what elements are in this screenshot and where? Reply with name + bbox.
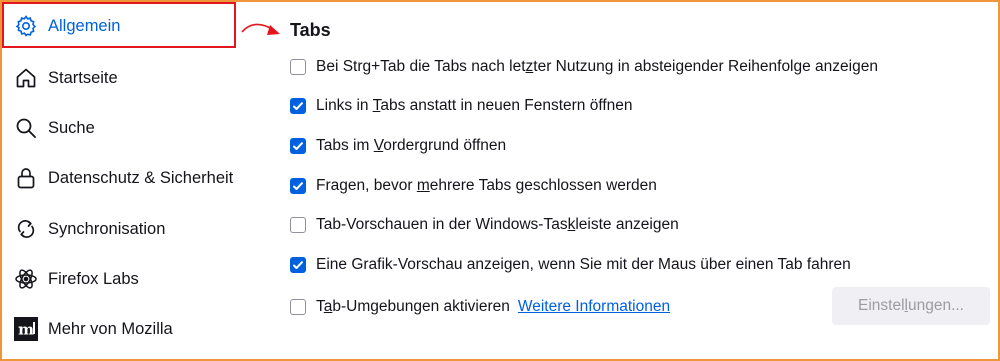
checkbox[interactable] xyxy=(290,138,306,154)
sidebar-item-label: Startseite xyxy=(48,68,118,87)
search-icon xyxy=(14,116,38,140)
sidebar-item-suche[interactable]: Suche xyxy=(2,104,236,152)
sidebar-item-label: Datenschutz & Sicherheit xyxy=(48,168,234,187)
option-label: Tab-Umgebungen aktivieren xyxy=(316,298,510,315)
option-hover-preview[interactable]: Eine Grafik-Vorschau anzeigen, wenn Sie … xyxy=(290,253,851,277)
option-label: Tabs im Vordergrund öffnen xyxy=(316,137,507,154)
sidebar-item-label: Mehr von Mozilla xyxy=(48,319,173,338)
option-confirm-close-tabs[interactable]: Fragen, bevor mehrere Tabs geschlossen w… xyxy=(290,174,657,198)
sidebar-item-firefox-labs[interactable]: Firefox Labs xyxy=(2,255,236,303)
option-label: Links in Tabs anstatt in neuen Fenstern … xyxy=(316,97,633,114)
main-content: Tabs Bei Strg+Tab die Tabs nach letzter … xyxy=(290,0,995,357)
lock-icon xyxy=(14,166,38,190)
sidebar: Allgemein Startseite Suche Datenschutz &… xyxy=(2,2,252,359)
more-info-link[interactable]: Weitere Informationen xyxy=(518,298,670,316)
sidebar-item-startseite[interactable]: Startseite xyxy=(2,54,236,102)
option-strg-tab-recent[interactable]: Bei Strg+Tab die Tabs nach letzter Nutzu… xyxy=(290,55,878,79)
option-label: Fragen, bevor mehrere Tabs geschlossen w… xyxy=(316,177,657,194)
sidebar-item-label: Allgemein xyxy=(48,16,121,35)
option-tabs-foreground[interactable]: Tabs im Vordergrund öffnen xyxy=(290,134,506,158)
checkbox[interactable] xyxy=(290,178,306,194)
checkbox[interactable] xyxy=(290,98,306,114)
check-icon xyxy=(293,142,303,150)
checkbox[interactable] xyxy=(290,257,306,273)
mozilla-icon: m xyxy=(14,317,38,341)
sidebar-item-label: Firefox Labs xyxy=(48,269,139,288)
sidebar-item-label: Synchronisation xyxy=(48,219,166,238)
sidebar-item-synchronisation[interactable]: Synchronisation xyxy=(2,205,236,253)
option-taskbar-previews[interactable]: Tab-Vorschauen in der Windows-Taskleiste… xyxy=(290,213,679,237)
arrow-icon xyxy=(241,23,280,35)
checkbox[interactable] xyxy=(290,59,306,75)
sync-icon xyxy=(14,217,38,241)
svg-text:m: m xyxy=(18,321,34,339)
sidebar-item-datenschutz[interactable]: Datenschutz & Sicherheit xyxy=(2,154,236,202)
check-icon xyxy=(293,182,303,190)
sidebar-item-allgemein[interactable]: Allgemein xyxy=(2,2,236,50)
option-label: Eine Grafik-Vorschau anzeigen, wenn Sie … xyxy=(316,256,851,273)
check-icon xyxy=(293,261,303,269)
section-title: Tabs xyxy=(290,20,331,40)
option-links-in-tabs[interactable]: Links in Tabs anstatt in neuen Fenstern … xyxy=(290,94,633,118)
sidebar-item-label: Suche xyxy=(48,118,95,137)
checkbox[interactable] xyxy=(290,217,306,233)
labs-icon xyxy=(14,267,38,291)
check-icon xyxy=(293,102,303,110)
checkbox[interactable] xyxy=(290,299,306,315)
option-label: Bei Strg+Tab die Tabs nach letzter Nutzu… xyxy=(316,58,878,75)
home-icon xyxy=(14,66,38,90)
sidebar-item-mehr-von-mozilla[interactable]: m Mehr von Mozilla xyxy=(2,305,236,353)
option-tab-groups[interactable]: Tab-Umgebungen aktivieren Weitere Inform… xyxy=(290,295,670,319)
option-label: Tab-Vorschauen in der Windows-Taskleiste… xyxy=(316,216,679,233)
gear-icon xyxy=(14,14,38,38)
settings-button-label-rest: ungen... xyxy=(907,297,964,314)
settings-button[interactable]: Einstel l ungen... xyxy=(832,287,990,325)
settings-button-label: Einstel xyxy=(857,297,905,314)
